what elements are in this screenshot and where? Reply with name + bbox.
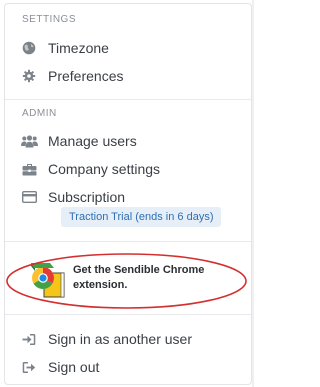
settings-section-header: SETTINGS — [22, 14, 77, 25]
subscription-trial-badge: Traction Trial (ends in 6 days) — [61, 207, 222, 227]
menu-item-sign-out[interactable]: Sign out — [18, 354, 246, 380]
credit-card-icon — [20, 189, 38, 205]
menu-item-sign-in-as-another-user[interactable]: Sign in as another user — [18, 326, 246, 352]
page: SETTINGS Timezone Preferences ADMIN Mana… — [0, 0, 254, 387]
divider — [5, 314, 252, 315]
menu-item-manage-users[interactable]: Manage users — [18, 128, 246, 154]
menu-item-label: Sign out — [48, 359, 100, 375]
menu-item-label: Company settings — [48, 161, 161, 177]
menu-item-company-settings[interactable]: Company settings — [18, 156, 246, 182]
admin-section-header: ADMIN — [22, 108, 57, 119]
gear-icon — [20, 68, 38, 84]
sign-in-icon — [20, 331, 38, 347]
menu-item-label: Subscription — [48, 189, 126, 205]
sign-out-icon — [20, 359, 38, 375]
menu-item-label: Preferences — [48, 68, 124, 84]
divider — [5, 241, 252, 242]
users-icon — [20, 133, 38, 149]
briefcase-icon — [20, 161, 38, 177]
divider — [5, 99, 252, 100]
globe-icon — [20, 40, 38, 56]
promo-highlight-ellipse — [6, 253, 247, 309]
menu-item-label: Timezone — [48, 40, 109, 56]
menu-item-preferences[interactable]: Preferences — [18, 63, 246, 89]
menu-item-timezone[interactable]: Timezone — [18, 35, 246, 61]
menu-item-label: Sign in as another user — [48, 331, 192, 347]
menu-item-label: Manage users — [48, 133, 137, 149]
page-backdrop — [252, 0, 254, 387]
